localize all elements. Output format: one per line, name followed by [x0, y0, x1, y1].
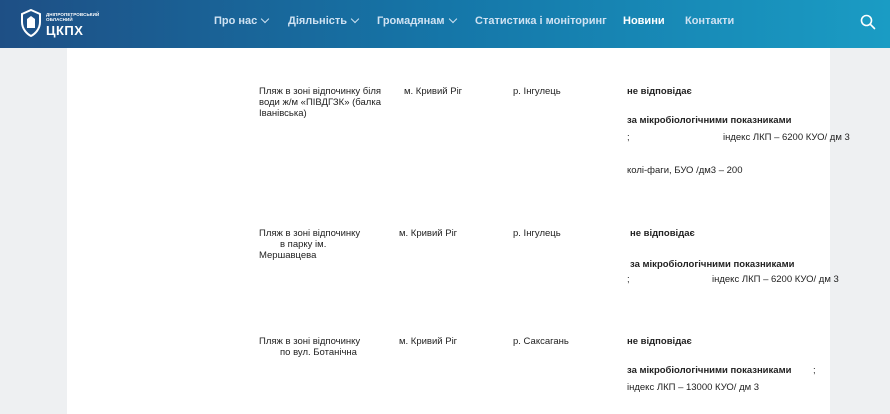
- row1-place-line1: Пляж в зоні відпочинку біля: [259, 86, 382, 97]
- site-logo[interactable]: Дніпропетровський обласний ЦКПХ: [20, 9, 120, 39]
- nav-activity[interactable]: Діяльність: [288, 14, 360, 27]
- row3-verdict: не відповідає: [627, 336, 692, 347]
- nav-citizens-label: Громадянам: [377, 15, 445, 27]
- row1-place-line2: води ж/м «ПІВДГЗК» (балка: [259, 97, 381, 108]
- chevron-down-icon: [261, 14, 270, 24]
- row2-verdict: не відповідає: [630, 228, 695, 239]
- row3-semicolon: ;: [813, 365, 816, 376]
- row2-river: р. Інгулець: [513, 228, 561, 239]
- row3-criteria: за мікробіологічними показниками: [627, 365, 792, 376]
- nav-statistics[interactable]: Статистика і моніторинг: [475, 15, 607, 27]
- nav-citizens[interactable]: Громадянам: [377, 14, 457, 27]
- row2-place-line1: Пляж в зоні відпочинку: [259, 228, 361, 239]
- row2-place-line2: в парку ім.: [280, 239, 327, 250]
- search-icon[interactable]: [860, 14, 876, 30]
- row1-phage: колі-фаги, БУО /дм3 – 200: [627, 165, 743, 176]
- row2-city: м. Кривий Ріг: [399, 228, 458, 239]
- nav-contacts[interactable]: Контакти: [685, 15, 734, 27]
- nav-news-label: Новини: [623, 15, 665, 27]
- row1-semicolon: ;: [627, 132, 630, 143]
- site-header: Дніпропетровський обласний ЦКПХ Про нас …: [0, 0, 890, 48]
- row2-index: індекс ЛКП – 6200 КУО/ дм 3: [712, 274, 839, 285]
- row3-city: м. Кривий Ріг: [399, 336, 458, 347]
- row3-index: індекс ЛКП – 13000 КУО/ дм 3: [627, 382, 760, 393]
- nav-statistics-label: Статистика і моніторинг: [475, 15, 607, 27]
- nav-activity-label: Діяльність: [288, 15, 348, 27]
- nav-news[interactable]: Новини: [623, 15, 665, 27]
- logo-subtitle: Дніпропетровський обласний: [46, 12, 100, 22]
- row1-place-line3: Іванівська): [259, 108, 307, 119]
- chevron-down-icon: [350, 14, 360, 24]
- row2-semicolon: ;: [627, 274, 630, 285]
- row1-criteria: за мікробіологічними показниками: [627, 115, 792, 126]
- row3-river: р. Саксагань: [513, 336, 569, 347]
- shield-logo-icon: [21, 9, 41, 37]
- nav-about[interactable]: Про нас: [214, 14, 270, 27]
- logo-title: ЦКПХ: [46, 23, 84, 38]
- row1-city: м. Кривий Ріг: [404, 86, 463, 97]
- nav-contacts-label: Контакти: [685, 15, 735, 27]
- row1-verdict: не відповідає: [627, 86, 692, 97]
- article-content: Пляж в зоні відпочинку біля води ж/м «ПІ…: [67, 48, 850, 414]
- row2-place-line3: Мершавцева: [259, 250, 317, 261]
- chevron-down-icon: [448, 14, 457, 24]
- row2-criteria: за мікробіологічними показниками: [630, 259, 795, 270]
- row1-index: індекс ЛКП – 6200 КУО/ дм 3: [723, 132, 850, 143]
- nav-about-label: Про нас: [214, 15, 258, 27]
- row3-place-line1: Пляж в зоні відпочинку: [259, 336, 361, 347]
- row3-place-line2: по вул. Ботанічна: [280, 347, 357, 358]
- row1-river: р. Інгулець: [513, 86, 561, 97]
